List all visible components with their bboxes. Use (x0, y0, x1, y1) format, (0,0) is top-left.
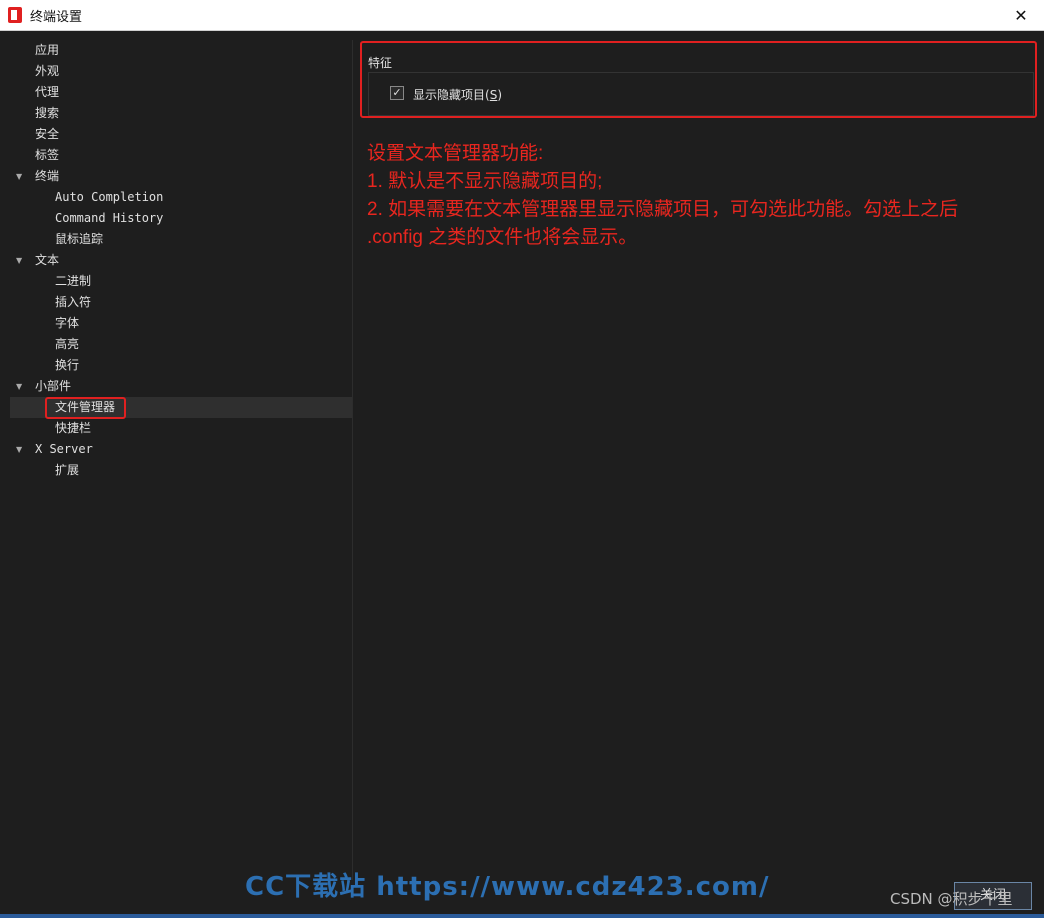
chevron-down-icon[interactable]: ▼ (16, 250, 26, 271)
tree-item[interactable]: ▼ 终端 (10, 166, 352, 187)
app-icon (8, 7, 22, 23)
tree-item-label: 终端 (35, 169, 60, 183)
tree-item-label: 代理 (35, 85, 60, 99)
feature-section-title: 特征 (368, 56, 393, 70)
annotation-line: 1. 默认是不显示隐藏项目的; (367, 171, 603, 192)
show-hidden-checkbox[interactable]: ✓ (390, 86, 404, 100)
show-hidden-label[interactable]: 显示隐藏项目(S) (413, 86, 502, 103)
tree-item-label: 二进制 (55, 274, 92, 288)
tree-item-label: 标签 (35, 148, 60, 162)
csdn-watermark: CSDN @积步千里 (890, 890, 1013, 908)
tree-item[interactable]: 扩展 (10, 460, 352, 481)
tree-item-label: Command History (55, 211, 164, 225)
title-bar: 终端设置 ✕ (0, 0, 1044, 31)
tree-item-label: X Server (35, 442, 93, 456)
tree-item[interactable]: Command History (10, 208, 352, 229)
tree-item[interactable]: ▼ X Server (10, 439, 352, 460)
feature-group: ✓ 显示隐藏项目(S) (368, 72, 1034, 116)
tree-item[interactable]: 搜索 (10, 103, 352, 124)
chevron-down-icon[interactable]: ▼ (16, 439, 26, 460)
tree-item[interactable]: 换行 (10, 355, 352, 376)
tree-item-label: 外观 (35, 64, 60, 78)
tree-item-label: 文本 (35, 253, 60, 267)
tree-item-label: 鼠标追踪 (55, 232, 104, 246)
settings-tree: 应用外观代理搜索安全标签 ▼ 终端 Auto Completion Command Hi… (10, 40, 353, 880)
tree-item-label: 快捷栏 (55, 421, 92, 435)
tree-item-label: 小部件 (35, 379, 72, 393)
tree-item-label: 换行 (55, 358, 80, 372)
watermark: CC下载站 https://www.cdz423.com/ (245, 872, 770, 902)
tree-item[interactable]: ▼ 文本 (10, 250, 352, 271)
bottom-strip (0, 914, 1044, 918)
tree-item-label: 搜索 (35, 106, 60, 120)
tree-item-label: Auto Completion (55, 190, 164, 204)
tree-item[interactable]: 二进制 (10, 271, 352, 292)
window-title: 终端设置 (30, 10, 83, 25)
tree-item-label: 字体 (55, 316, 80, 330)
tree-item-label: 应用 (35, 43, 60, 57)
settings-panel: 特征 ✓ 显示隐藏项目(S) 设置文本管理器功能: 1. 默认是不显示隐藏项目的… (359, 40, 1044, 890)
window-close-button[interactable]: ✕ (998, 0, 1044, 30)
tree-item[interactable]: 高亮 (10, 334, 352, 355)
tree-item[interactable]: 鼠标追踪 (10, 229, 352, 250)
tree-item[interactable]: Auto Completion (10, 187, 352, 208)
annotation-line: 设置文本管理器功能: (367, 143, 544, 164)
tree-item[interactable]: 代理 (10, 82, 352, 103)
tree-item[interactable]: 快捷栏 (10, 418, 352, 439)
chevron-down-icon[interactable]: ▼ (16, 166, 26, 187)
annotation-line: .config 之类的文件也将会显示。 (367, 227, 638, 248)
tree-item[interactable]: 应用 (10, 40, 352, 61)
tree-item[interactable]: 文件管理器 (10, 397, 352, 418)
tree-item-label: 插入符 (55, 295, 92, 309)
tree-item[interactable]: 标签 (10, 145, 352, 166)
tree-item-label: 扩展 (55, 463, 80, 477)
tree-item[interactable]: ▼ 小部件 (10, 376, 352, 397)
annotation-text: 设置文本管理器功能: 1. 默认是不显示隐藏项目的; 2. 如果需要在文本管理器… (367, 140, 1037, 252)
tree-item[interactable]: 外观 (10, 61, 352, 82)
tree-item-label: 文件管理器 (55, 400, 116, 414)
tree-item[interactable]: 安全 (10, 124, 352, 145)
annotation-line: 2. 如果需要在文本管理器里显示隐藏项目，可勾选此功能。勾选上之后 (367, 199, 959, 220)
tree-item-label: 高亮 (55, 337, 80, 351)
chevron-down-icon[interactable]: ▼ (16, 376, 26, 397)
tree-item-label: 安全 (35, 127, 60, 141)
feature-highlight-box: 特征 ✓ 显示隐藏项目(S) (360, 41, 1037, 118)
tree-item[interactable]: 字体 (10, 313, 352, 334)
tree-item[interactable]: 插入符 (10, 292, 352, 313)
